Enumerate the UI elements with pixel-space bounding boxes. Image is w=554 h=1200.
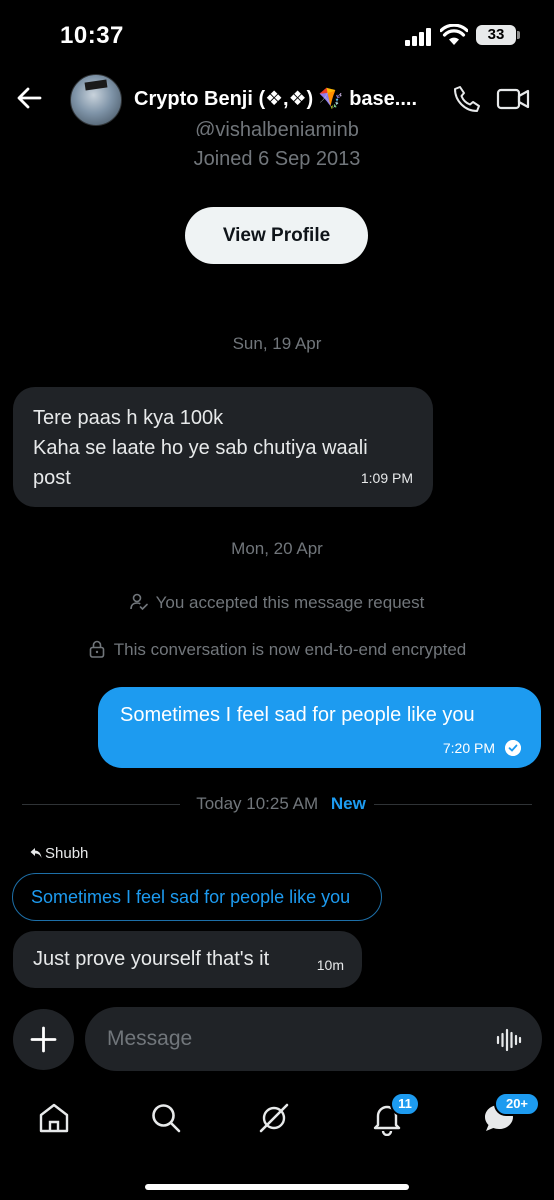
system-text: This conversation is now end-to-end encr… [113, 640, 467, 659]
plus-icon [30, 1026, 57, 1053]
phone-call-icon[interactable] [452, 84, 482, 114]
incoming-message[interactable]: Tere paas h kya 100k Kaha se laate ho ye… [13, 387, 433, 507]
outgoing-message[interactable]: Sometimes I feel sad for people like you… [98, 687, 541, 768]
profile-handle: @vishalbenjaminb [195, 119, 359, 136]
home-icon[interactable] [36, 1100, 72, 1136]
message-line: Kaha se laate ho ye sab chutiya waali [33, 437, 368, 459]
battery-tip [517, 31, 520, 39]
bottom-tab-bar: 11 20+ [0, 1086, 554, 1200]
back-arrow-icon[interactable] [14, 82, 46, 114]
message-text: Just prove yourself that's it [33, 948, 270, 970]
message-line: Tere paas h kya 100k [33, 407, 224, 429]
search-icon[interactable] [148, 1100, 184, 1136]
cellular-signal-icon [405, 28, 433, 46]
separator-time: Today 10:25 AM [188, 794, 327, 813]
message-line: post [33, 467, 71, 489]
wifi-icon [440, 24, 468, 45]
quoted-message[interactable]: Sometimes I feel sad for people like you [12, 873, 382, 921]
reply-arrow-icon [30, 848, 42, 858]
video-call-icon[interactable] [496, 84, 530, 114]
message-composer [85, 1007, 542, 1071]
battery-indicator: 33 [476, 25, 516, 45]
lock-icon [89, 640, 105, 658]
system-message-request-accepted: You accepted this message request [0, 593, 554, 613]
date-separator: Mon, 20 Apr [231, 539, 323, 558]
new-messages-separator: Today 10:25 AM New [22, 794, 532, 814]
home-indicator [145, 1184, 409, 1190]
grok-icon[interactable] [256, 1100, 292, 1136]
read-check-icon [505, 740, 521, 756]
new-label: New [330, 794, 366, 813]
date-separator: Sun, 19 Apr [232, 334, 322, 353]
reply-context: Shubh [30, 845, 88, 862]
message-timestamp: 7:20 PM [442, 740, 495, 756]
conversation-title[interactable]: Crypto Benji (❖,❖) 🪁 base.... [134, 86, 434, 111]
system-message-encrypted: This conversation is now end-to-end encr… [0, 640, 554, 660]
status-time: 10:37 [60, 22, 124, 49]
incoming-message[interactable]: Just prove yourself that's it 10m [13, 931, 362, 988]
view-profile-button[interactable]: View Profile [185, 207, 368, 264]
voice-message-icon[interactable] [496, 1027, 522, 1053]
message-timestamp: 10m [316, 957, 344, 973]
system-text: You accepted this message request [155, 593, 425, 612]
notifications-badge: 11 [390, 1092, 420, 1116]
message-timestamp: 1:09 PM [360, 470, 413, 486]
messages-badge: 20+ [494, 1092, 540, 1116]
person-check-icon [129, 593, 148, 611]
status-bar: 10:37 33 [0, 0, 554, 66]
add-attachment-button[interactable] [13, 1009, 74, 1070]
reply-to-name: Shubh [45, 845, 89, 862]
message-input[interactable] [107, 1007, 487, 1071]
message-text: Sometimes I feel sad for people like you [120, 704, 475, 726]
profile-joined-date: Joined 6 Sep 2013 [193, 148, 361, 170]
